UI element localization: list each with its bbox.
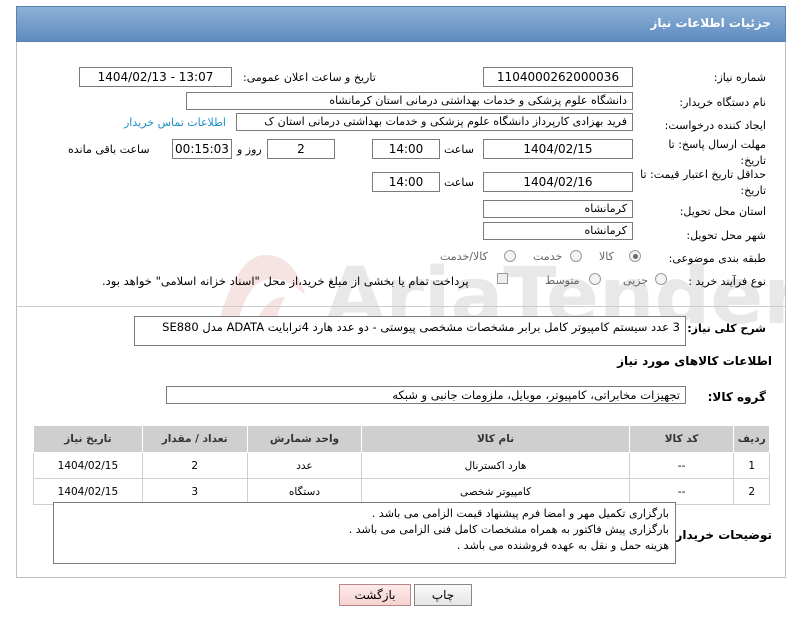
buyer-org-field: دانشگاه علوم پزشکی و خدمات بهداشتی درمان… bbox=[186, 92, 633, 110]
process-label: نوع فرآیند خرید : bbox=[688, 275, 766, 288]
back-button[interactable]: بازگشت bbox=[339, 584, 411, 606]
reply-deadline-label: مهلت ارسال پاسخ: تا تاریخ: bbox=[668, 138, 766, 167]
cell-name: هارد اکسترنال bbox=[361, 452, 630, 479]
goods-group-field: تجهیزات مخابراتی، کامپیوتر، موبایل، ملزو… bbox=[166, 386, 686, 404]
category-option-goods-service: کالا/خدمت bbox=[440, 250, 488, 263]
cell-date: 1404/02/15 bbox=[33, 452, 143, 479]
col-date: تاریخ نیاز bbox=[33, 425, 143, 453]
goods-info-title: اطلاعات کالاهای مورد نیاز bbox=[617, 354, 772, 368]
category-option-goods: کالا bbox=[599, 250, 614, 263]
remaining-label: ساعت باقی مانده bbox=[68, 143, 150, 156]
requester-field: فرید بهزادی کارپرداز دانشگاه علوم پزشکی … bbox=[236, 113, 633, 131]
buyer-org-label: نام دستگاه خریدار: bbox=[679, 96, 766, 109]
remaining-time-field: 00:15:03 bbox=[172, 139, 232, 159]
cell-unit: عدد bbox=[246, 452, 363, 479]
requester-label: ایجاد کننده درخواست: bbox=[664, 119, 766, 132]
cell-code: -- bbox=[628, 452, 735, 479]
city-label: شهر محل تحویل: bbox=[686, 229, 766, 242]
cell-date: 1404/02/15 bbox=[33, 478, 143, 505]
col-qty: تعداد / مقدار bbox=[141, 425, 248, 453]
treasury-checkbox[interactable] bbox=[497, 273, 508, 284]
description-label: شرح کلی نیاز: bbox=[687, 322, 766, 335]
goods-group-label: گروه کالا: bbox=[707, 390, 766, 404]
buyer-notes-label: توضیحات خریدار: bbox=[670, 528, 772, 542]
table-header-row: ردیف کد کالا نام کالا واحد شمارش تعداد /… bbox=[33, 425, 770, 453]
process-option-minor: جزیی bbox=[623, 274, 649, 287]
cell-name: کامپیوتر شخصی bbox=[361, 478, 630, 505]
cell-qty: 3 bbox=[141, 478, 248, 505]
col-unit: واحد شمارش bbox=[246, 425, 363, 453]
category-label: طبقه بندی موضوعی: bbox=[668, 252, 766, 265]
cell-code: -- bbox=[628, 478, 735, 505]
category-option-service: خدمت bbox=[533, 250, 563, 263]
need-number-label: شماره نیاز: bbox=[713, 71, 766, 84]
price-validity-label: حداقل تاریخ اعتبار قیمت: تا تاریخ: bbox=[640, 168, 766, 197]
col-code: کد کالا bbox=[628, 425, 735, 453]
cell-unit: دستگاه bbox=[246, 478, 363, 505]
reply-time-label: ساعت bbox=[444, 143, 474, 156]
cell-row: 2 bbox=[733, 478, 770, 505]
validity-date-field: 1404/02/16 bbox=[483, 172, 633, 192]
cell-qty: 2 bbox=[141, 452, 248, 479]
category-radio-goods-service[interactable] bbox=[504, 250, 516, 262]
validity-time-field: 14:00 bbox=[372, 172, 440, 192]
announce-field: 1404/02/13 - 13:07 bbox=[79, 67, 232, 87]
days-label: روز و bbox=[237, 143, 262, 156]
process-radio-minor[interactable] bbox=[655, 273, 667, 285]
cell-row: 1 bbox=[733, 452, 770, 479]
section-divider bbox=[17, 306, 785, 307]
items-table: ردیف کد کالا نام کالا واحد شمارش تعداد /… bbox=[33, 425, 770, 505]
note-line: بارگزاری تکمیل مهر و امضا فرم پیشنهاد قی… bbox=[371, 507, 669, 520]
province-label: استان محل تحویل: bbox=[679, 205, 766, 218]
payment-note: پرداخت تمام یا بخشی از مبلغ خرید،از محل … bbox=[102, 274, 469, 288]
reply-time-field: 14:00 bbox=[372, 139, 440, 159]
province-field: کرمانشاه bbox=[483, 200, 633, 218]
buyer-notes-field: بارگزاری تکمیل مهر و امضا فرم پیشنهاد قی… bbox=[53, 502, 676, 564]
process-option-medium: متوسط bbox=[545, 274, 580, 287]
note-line: هزینه حمل و نقل به عهده فروشنده می باشد … bbox=[456, 539, 669, 552]
category-radio-goods[interactable] bbox=[629, 250, 641, 262]
table-row: 2 -- کامپیوتر شخصی دستگاه 3 1404/02/15 bbox=[33, 478, 770, 505]
buyer-contact-link[interactable]: اطلاعات تماس خریدار bbox=[124, 116, 226, 129]
need-number-field: 1104000262000036 bbox=[483, 67, 633, 87]
reply-date-field: 1404/02/15 bbox=[483, 139, 633, 159]
validity-time-label: ساعت bbox=[444, 176, 474, 189]
col-row: ردیف bbox=[733, 425, 770, 453]
city-field: کرمانشاه bbox=[483, 222, 633, 240]
description-field: 3 عدد سیستم کامپیوتر کامل برابر مشخصات م… bbox=[134, 316, 686, 346]
col-name: نام کالا bbox=[361, 425, 630, 453]
note-line: بارگزاری پیش فاکتور به همراه مشخصات کامل… bbox=[348, 523, 669, 536]
days-field: 2 bbox=[267, 139, 335, 159]
print-button[interactable]: چاپ bbox=[414, 584, 472, 606]
announce-label: تاریخ و ساعت اعلان عمومی: bbox=[243, 71, 376, 84]
table-row: 1 -- هارد اکسترنال عدد 2 1404/02/15 bbox=[33, 452, 770, 479]
panel-header: جزئیات اطلاعات نیاز bbox=[16, 6, 786, 42]
category-radio-service[interactable] bbox=[570, 250, 582, 262]
panel-title: جزئیات اطلاعات نیاز bbox=[650, 16, 771, 30]
process-radio-medium[interactable] bbox=[589, 273, 601, 285]
